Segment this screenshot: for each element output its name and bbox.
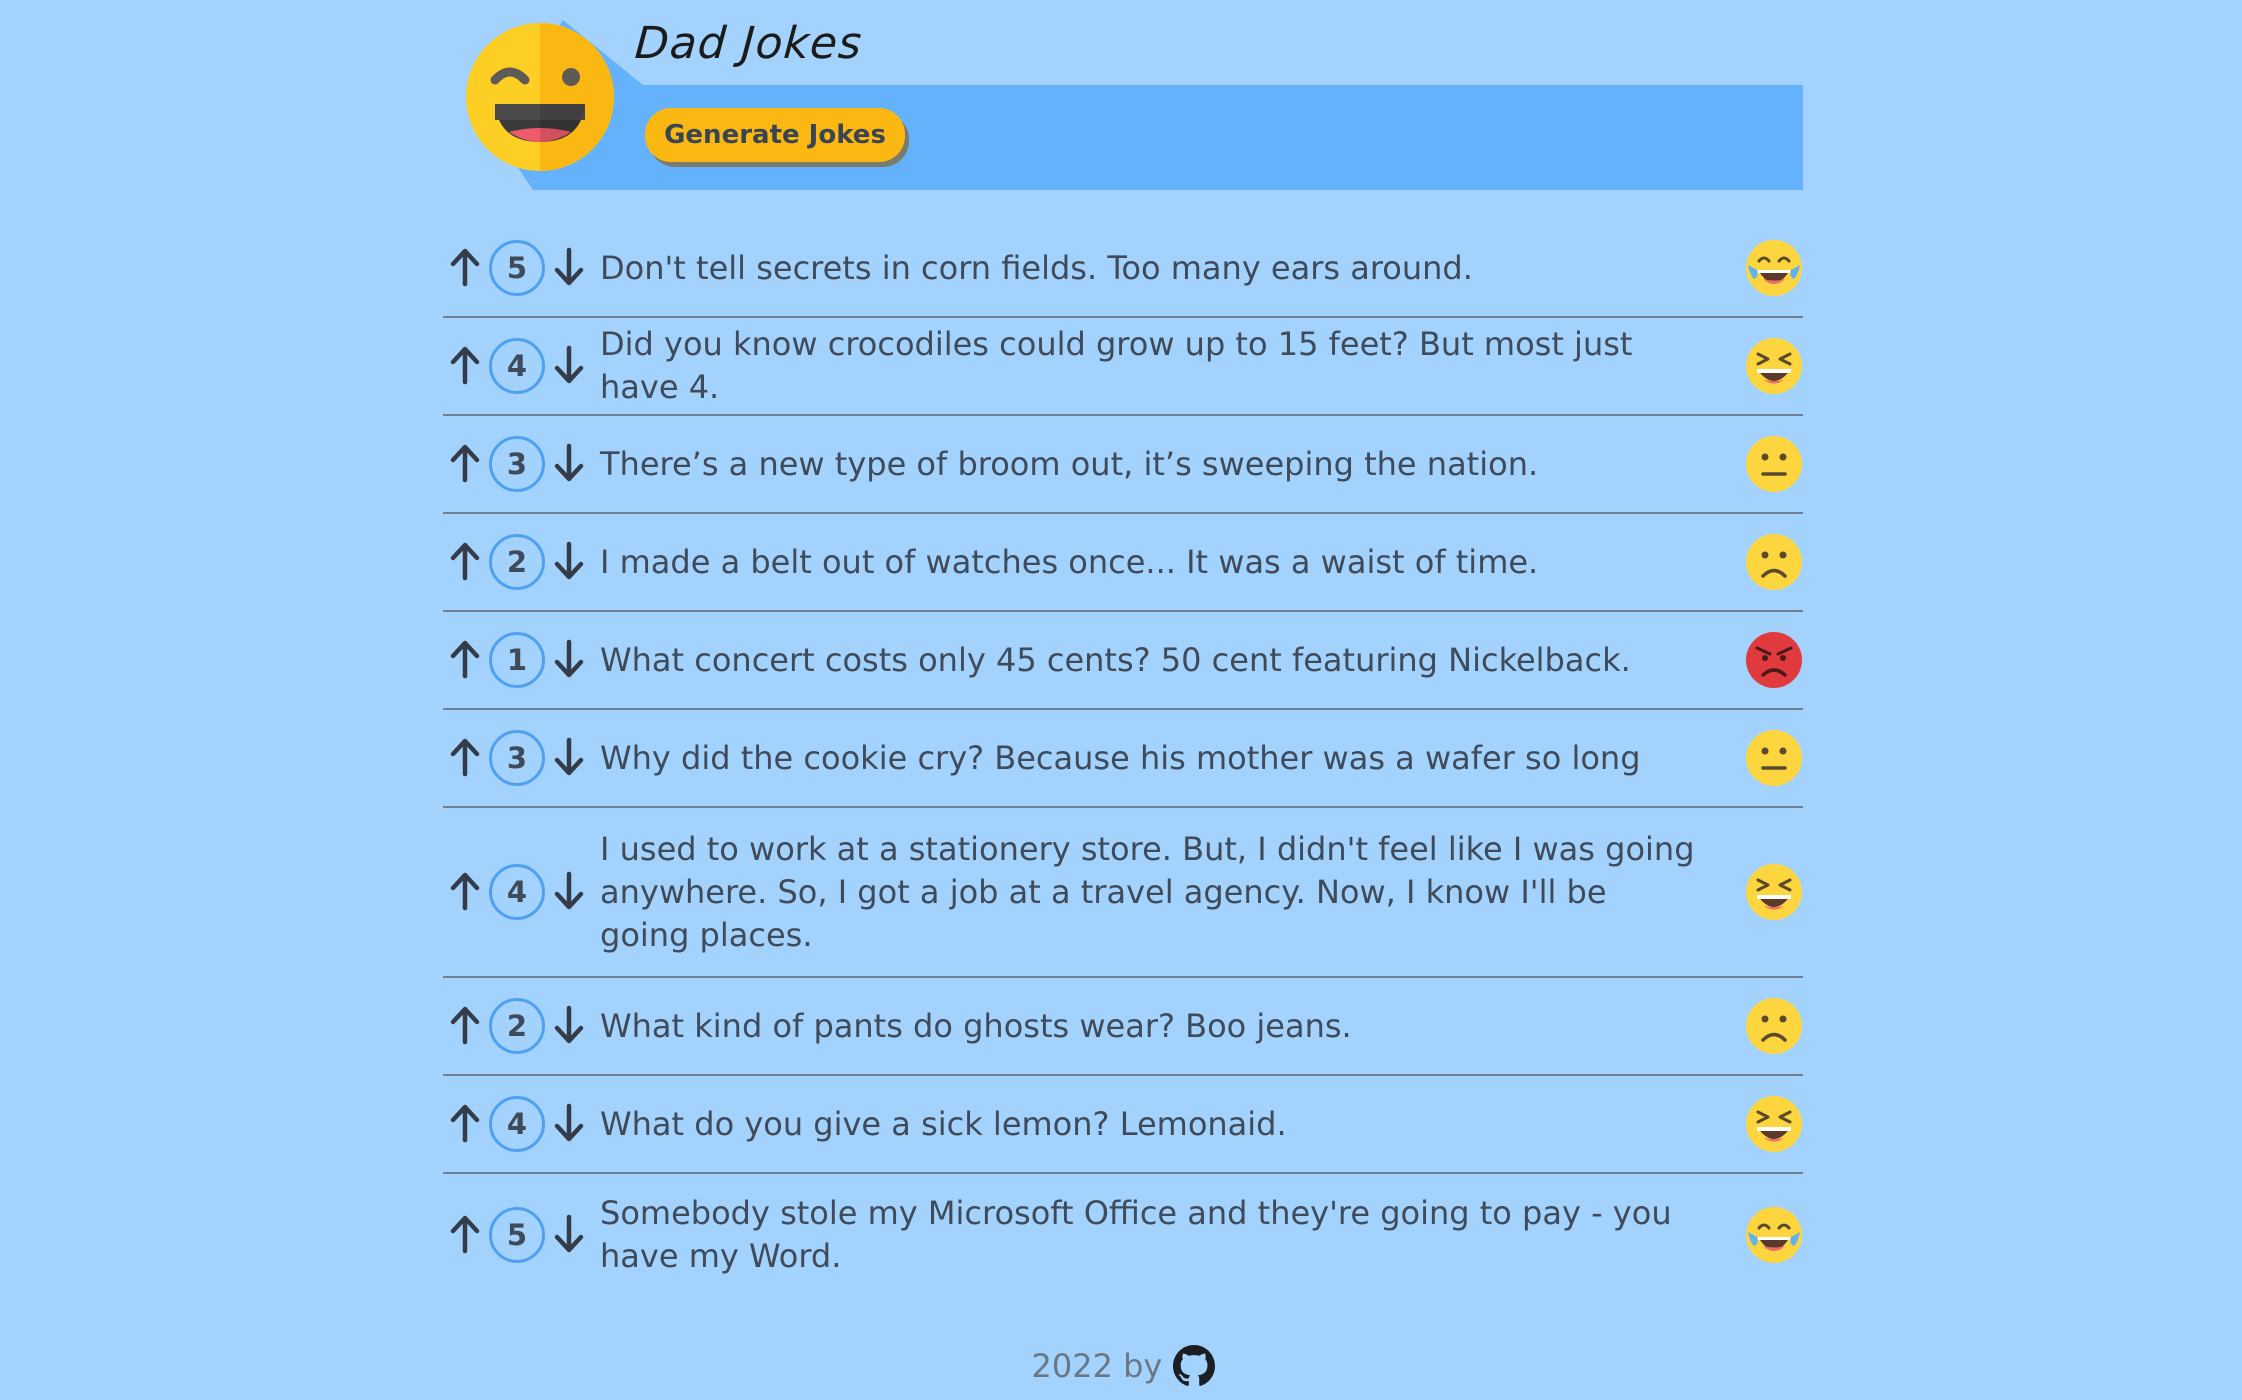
joke-row: 5 Don't tell secrets in corn fields. Too… [443, 220, 1803, 318]
joke-row: 3 Why did the cookie cry? Because his mo… [443, 710, 1803, 808]
grinning-squinting-face-icon [1745, 863, 1803, 921]
score-badge: 3 [489, 730, 545, 786]
joke-list: 5 Don't tell secrets in corn fields. Too… [443, 220, 1803, 1296]
downvote-arrow-icon[interactable] [547, 344, 591, 388]
vote-controls: 3 [443, 730, 600, 786]
upvote-arrow-icon[interactable] [443, 344, 487, 388]
vote-controls: 5 [443, 240, 600, 296]
vote-controls: 4 [443, 338, 600, 394]
upvote-arrow-icon[interactable] [443, 442, 487, 486]
score-badge: 2 [489, 534, 545, 590]
joke-row: 4 I used to work at a stationery store. … [443, 808, 1803, 978]
upvote-arrow-icon[interactable] [443, 638, 487, 682]
joke-text: Don't tell secrets in corn fields. Too m… [600, 248, 1473, 287]
downvote-arrow-icon[interactable] [547, 736, 591, 780]
generate-jokes-button[interactable]: Generate Jokes [645, 108, 905, 162]
downvote-arrow-icon[interactable] [547, 870, 591, 914]
tears-of-joy-face-icon [1745, 1206, 1803, 1264]
neutral-face-icon [1745, 729, 1803, 787]
tears-of-joy-face-icon [1745, 239, 1803, 297]
github-icon[interactable] [1172, 1345, 1215, 1387]
score-badge: 3 [489, 436, 545, 492]
footer: 2022 by [443, 1345, 1803, 1387]
footer-text: 2022 by [1031, 1347, 1163, 1385]
page-title: Dad Jokes [633, 18, 864, 69]
joke-text: What kind of pants do ghosts wear? Boo j… [600, 1006, 1352, 1045]
neutral-face-icon [1745, 435, 1803, 493]
winking-face-logo-icon [466, 23, 614, 171]
downvote-arrow-icon[interactable] [547, 1102, 591, 1146]
frowning-face-icon [1745, 533, 1803, 591]
vote-controls: 4 [443, 864, 600, 920]
joke-text: Why did the cookie cry? Because his moth… [600, 738, 1641, 777]
joke-row: 2 What kind of pants do ghosts wear? Boo… [443, 978, 1803, 1076]
vote-controls: 2 [443, 534, 600, 590]
score-badge: 4 [489, 338, 545, 394]
downvote-arrow-icon[interactable] [547, 638, 591, 682]
score-badge: 4 [489, 864, 545, 920]
joke-text: There’s a new type of broom out, it’s sw… [600, 444, 1539, 483]
joke-text: What concert costs only 45 cents? 50 cen… [600, 640, 1631, 679]
upvote-arrow-icon[interactable] [443, 870, 487, 914]
joke-text: What do you give a sick lemon? Lemonaid. [600, 1104, 1287, 1143]
upvote-arrow-icon[interactable] [443, 1102, 487, 1146]
upvote-arrow-icon[interactable] [443, 246, 487, 290]
joke-row: 5 Somebody stole my Microsoft Office and… [443, 1174, 1803, 1296]
joke-text: I used to work at a stationery store. Bu… [600, 829, 1695, 954]
vote-controls: 1 [443, 632, 600, 688]
vote-controls: 3 [443, 436, 600, 492]
downvote-arrow-icon[interactable] [547, 1213, 591, 1257]
score-badge: 5 [489, 1207, 545, 1263]
score-badge: 4 [489, 1096, 545, 1152]
joke-text: Somebody stole my Microsoft Office and t… [600, 1194, 1672, 1275]
score-badge: 1 [489, 632, 545, 688]
grinning-squinting-face-icon [1745, 337, 1803, 395]
upvote-arrow-icon[interactable] [443, 736, 487, 780]
header: Dad Jokes Generate Jokes [443, 0, 1803, 195]
joke-row: 2 I made a belt out of watches once... I… [443, 514, 1803, 612]
downvote-arrow-icon[interactable] [547, 1004, 591, 1048]
joke-row: 3 There’s a new type of broom out, it’s … [443, 416, 1803, 514]
downvote-arrow-icon[interactable] [547, 540, 591, 584]
upvote-arrow-icon[interactable] [443, 1213, 487, 1257]
score-badge: 2 [489, 998, 545, 1054]
grinning-squinting-face-icon [1745, 1095, 1803, 1153]
vote-controls: 4 [443, 1096, 600, 1152]
score-badge: 5 [489, 240, 545, 296]
frowning-face-icon [1745, 997, 1803, 1055]
upvote-arrow-icon[interactable] [443, 540, 487, 584]
upvote-arrow-icon[interactable] [443, 1004, 487, 1048]
joke-text: I made a belt out of watches once... It … [600, 542, 1539, 581]
downvote-arrow-icon[interactable] [547, 246, 591, 290]
page: Dad Jokes Generate Jokes 5 Don't tell se… [443, 0, 1803, 1400]
joke-row: 1 What concert costs only 45 cents? 50 c… [443, 612, 1803, 710]
joke-row: 4 Did you know crocodiles could grow up … [443, 318, 1803, 416]
joke-text: Did you know crocodiles could grow up to… [600, 325, 1633, 406]
vote-controls: 2 [443, 998, 600, 1054]
downvote-arrow-icon[interactable] [547, 442, 591, 486]
vote-controls: 5 [443, 1207, 600, 1263]
angry-face-icon [1745, 631, 1803, 689]
joke-row: 4 What do you give a sick lemon? Lemonai… [443, 1076, 1803, 1174]
